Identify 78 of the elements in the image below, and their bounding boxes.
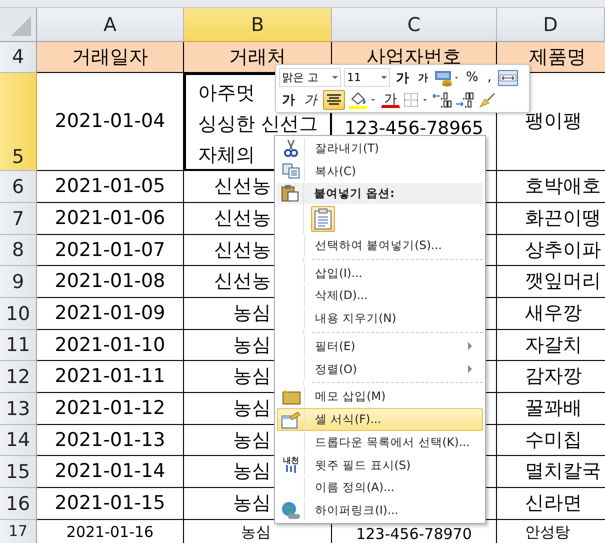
- cell-text-line: 아주멋: [198, 81, 255, 106]
- table-cell: 멸치칼국: [497, 456, 605, 488]
- font-size-dropdown[interactable]: 11: [344, 68, 390, 87]
- row-header[interactable]: 11: [0, 330, 37, 361]
- paint-bucket-icon[interactable]: [348, 90, 378, 108]
- table-cell: 2021-01-08: [37, 266, 184, 298]
- table-cell: 2021-01-04: [37, 73, 184, 171]
- row-header[interactable]: 12: [0, 361, 37, 393]
- table-cell: 2021-01-12: [37, 393, 184, 425]
- note-icon: [281, 388, 301, 405]
- table-cell: 2021-01-06: [37, 203, 184, 235]
- document-icon: [314, 208, 332, 230]
- table-cell-text: 안성탕: [524, 522, 571, 543]
- menu-item[interactable]: 메모 삽입(M): [277, 385, 483, 408]
- brush-icon[interactable]: [478, 90, 496, 108]
- menu-item[interactable]: 삽입(I)...: [277, 262, 483, 284]
- row-header[interactable]: 10: [0, 298, 37, 330]
- table-cell: 2021-01-05: [37, 171, 184, 203]
- merge-icon[interactable]: [498, 70, 518, 86]
- row-header[interactable]: 16: [0, 488, 37, 520]
- table-cell: 새우깡: [497, 298, 605, 330]
- table-cell: 수미칩: [497, 425, 605, 456]
- column-header[interactable]: C: [332, 8, 497, 42]
- cell-text-line: 싱싱한 신선그: [198, 112, 318, 137]
- table-cell: 호박애호: [497, 171, 605, 203]
- table-cell: 2021-01-09: [37, 298, 184, 330]
- column-title: 제품명: [497, 42, 605, 73]
- row-header[interactable]: 9: [0, 266, 37, 298]
- row-header[interactable]: 17: [0, 520, 37, 543]
- row-header[interactable]: 15: [0, 456, 37, 488]
- bold-button[interactable]: 가: [279, 90, 298, 110]
- border-grid-icon[interactable]: [403, 92, 429, 108]
- table-cell: 자갈치: [497, 330, 605, 361]
- row-header[interactable]: 4: [0, 42, 37, 73]
- table-cell: 2021-01-11: [37, 361, 184, 393]
- menu-item[interactable]: 필터(E): [277, 334, 483, 358]
- row-header[interactable]: 6: [0, 171, 37, 203]
- align-center-icon: [327, 94, 341, 106]
- decrease-decimal-icon[interactable]: [455, 92, 475, 108]
- triangle-icon: [9, 14, 33, 38]
- menu-item[interactable]: 셀 서식(F)...: [277, 408, 483, 431]
- table-cell: 감자깡: [497, 361, 605, 393]
- table-cell: 상추이파: [497, 235, 605, 266]
- italic-button[interactable]: 가: [301, 90, 320, 110]
- table-cell: 신라면: [497, 488, 605, 520]
- clipboard-icon: [281, 184, 299, 202]
- column-header[interactable]: A: [37, 8, 184, 42]
- table-cell: 꿀꽈배: [497, 393, 605, 425]
- column-header[interactable]: D: [497, 8, 605, 42]
- table-cell: 깻잎머리: [497, 266, 605, 298]
- row-header[interactable]: 5: [0, 73, 37, 171]
- column-title: 거래일자: [37, 42, 184, 73]
- menu-item[interactable]: 내용 지우기(N): [277, 307, 483, 330]
- menu-item[interactable]: 정렬(O): [277, 358, 483, 380]
- table-cell: 화끈이땡: [497, 203, 605, 235]
- font-color-button[interactable]: 가: [381, 91, 400, 108]
- row-header[interactable]: 7: [0, 203, 37, 235]
- table-cell: 2021-01-13: [37, 425, 184, 456]
- table-cell: 2021-01-07: [37, 235, 184, 266]
- scissors-icon: [283, 139, 299, 158]
- align-center-button[interactable]: [323, 90, 345, 110]
- row-header[interactable]: 8: [0, 235, 37, 266]
- table-cell: 2021-01-10: [37, 330, 184, 361]
- increase-decimal-icon[interactable]: [432, 92, 452, 108]
- coins-icon[interactable]: [434, 68, 460, 86]
- menu-item[interactable]: 선택하여 붙여넣기(S)...: [277, 234, 483, 257]
- cell-text-line: 자체의: [198, 143, 255, 168]
- copy-icon: [282, 163, 300, 180]
- table-cell: 2021-01-14: [37, 456, 184, 488]
- row-header[interactable]: 14: [0, 425, 37, 456]
- table-cell: 2021-01-15: [37, 488, 184, 520]
- column-header[interactable]: B: [184, 8, 332, 42]
- table-cell: 2021-01-16: [37, 520, 184, 543]
- paste-button[interactable]: [311, 206, 335, 232]
- format-cells-icon: [281, 410, 301, 428]
- row-header[interactable]: 13: [0, 393, 37, 425]
- globe-icon: [281, 500, 301, 521]
- font-dropdown[interactable]: 맑은 고: [279, 68, 341, 87]
